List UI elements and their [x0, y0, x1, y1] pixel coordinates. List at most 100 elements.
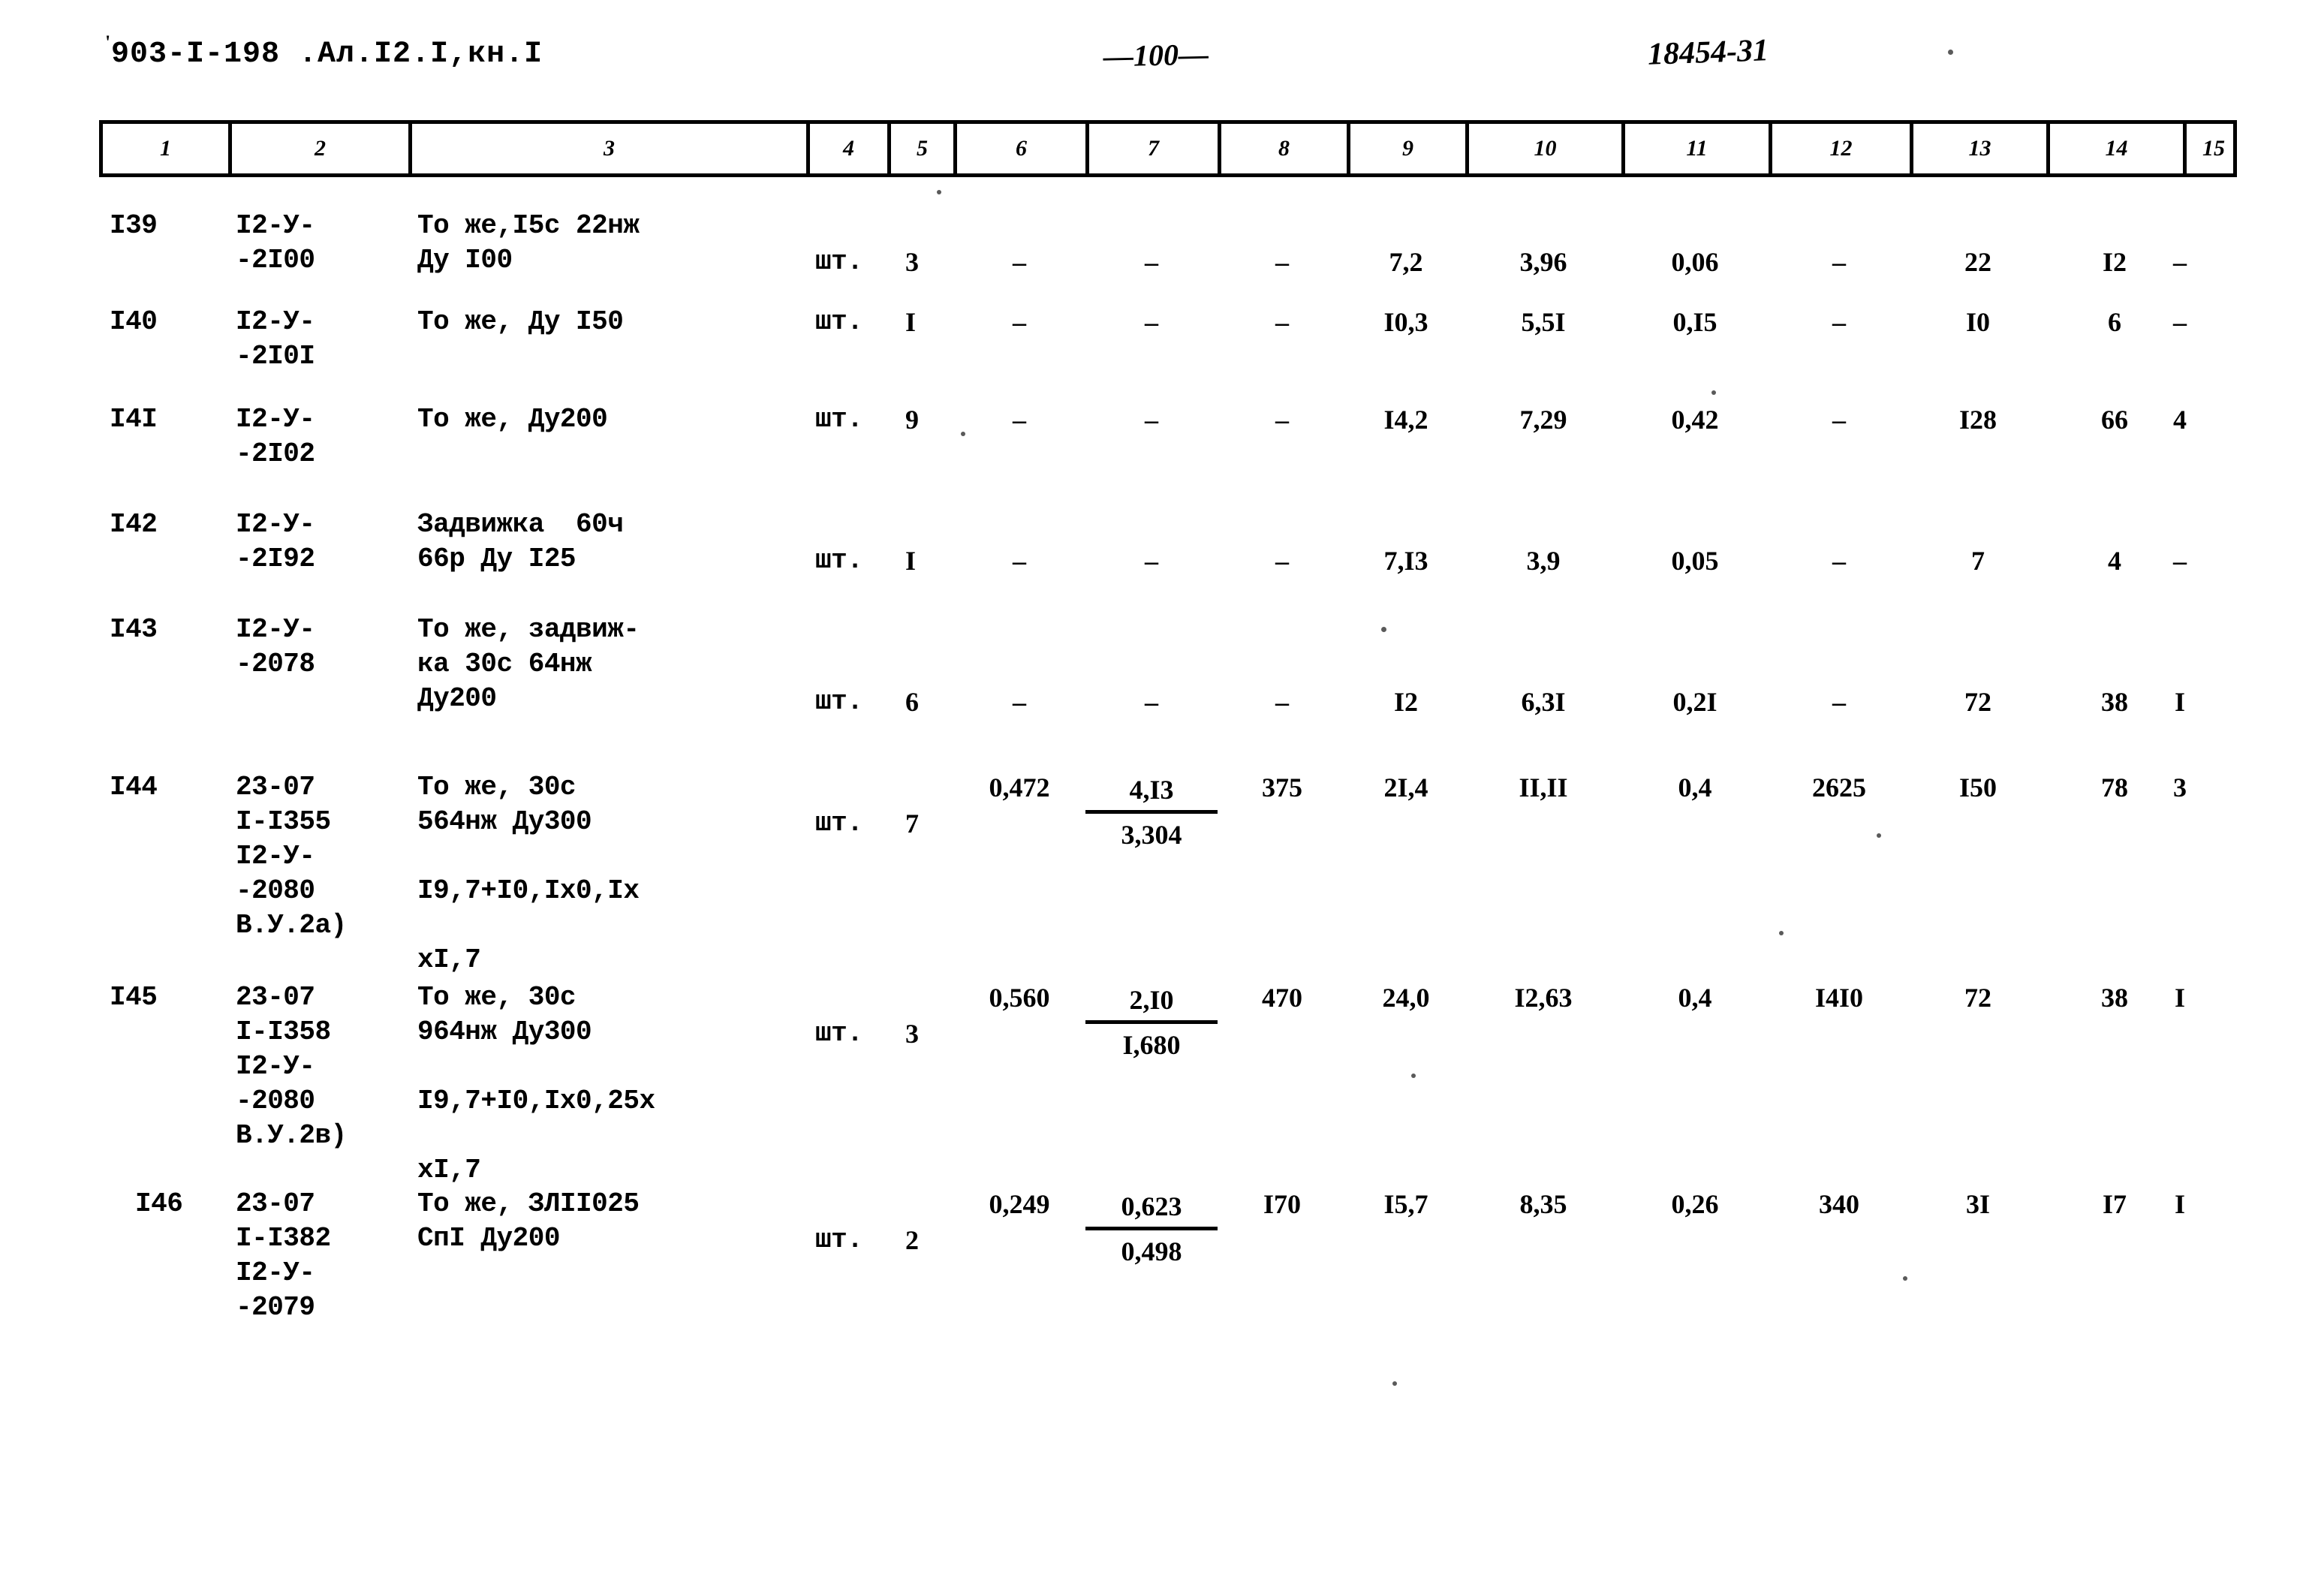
cell-col13: 7: [1971, 546, 1985, 576]
cell-col8: –: [1275, 307, 1289, 337]
cell-col4: шт.: [815, 545, 863, 576]
column-header-4: 4: [810, 124, 891, 173]
cell-col8: 470: [1262, 983, 1302, 1013]
cell-col4: шт.: [815, 808, 863, 839]
cell-col2: I2-У- -2I92: [236, 509, 315, 574]
cell-col7-fraction: 4,I3 3,304: [1085, 770, 1218, 854]
cell-col3: То же, Ду200: [417, 404, 608, 435]
archive-number: 18454-31: [1647, 33, 1769, 72]
column-header-2: 2: [232, 124, 412, 173]
cell-col8: –: [1275, 546, 1289, 576]
cell-col11: 0,26: [1671, 1189, 1719, 1219]
cell-col13: 72: [1964, 687, 1991, 717]
cell-col13: 3I: [1965, 1189, 1990, 1219]
cell-col2: 23-07 I-I382 I2-У- -2079: [236, 1188, 331, 1323]
cell-col13: 22: [1964, 247, 1991, 277]
cell-col2: 23-07 I-I355 I2-У- -2080 В.У.2а): [236, 772, 347, 941]
cell-col8: I70: [1263, 1189, 1301, 1219]
cell-col7: –: [1145, 307, 1158, 337]
cell-col7: –: [1145, 405, 1158, 435]
column-header-8: 8: [1221, 124, 1350, 173]
cell-col9: I5,7: [1383, 1189, 1428, 1219]
cell-col10: 7,29: [1519, 405, 1567, 435]
cell-col5: I: [905, 307, 917, 337]
cell-col6: 0,560: [989, 983, 1050, 1013]
page-header: ' 903-I-198 .Ал.I2.I,кн.I —100— 18454-31: [0, 32, 2306, 90]
cell-col7: –: [1145, 247, 1158, 277]
cell-col4: шт.: [815, 306, 863, 337]
cell-col1: I46: [135, 1188, 183, 1219]
table-body: I39 I2-У- -2I00 То же,I5с 22нж Ду I00 шт. 3–…: [99, 177, 2237, 1521]
scan-speck: [1711, 390, 1716, 395]
cell-col12: –: [1832, 405, 1846, 435]
cell-col1: I44: [110, 772, 158, 803]
cell-col2: I2-У- -2I00: [236, 210, 315, 276]
scan-speck: [1903, 1276, 1907, 1281]
column-header-1: 1: [103, 124, 232, 173]
cell-col1: I43: [110, 614, 158, 645]
specification-table: 1 2 3 4 5 6 7 8 9 10 11 12 13 14 15 I39 I2-У- -2I00 То ж…: [99, 120, 2237, 1521]
cell-col5: 9: [905, 405, 919, 435]
cell-col4: шт.: [815, 1224, 863, 1255]
cell-col12: 2625: [1812, 772, 1866, 803]
column-header-15: 15: [2202, 136, 2225, 161]
cell-col9: I4,2: [1383, 405, 1428, 435]
cell-col9: 2I,4: [1383, 772, 1428, 803]
scan-speck: [1411, 1074, 1416, 1078]
cell-col12: –: [1832, 307, 1846, 337]
cell-col9: 24,0: [1382, 983, 1430, 1013]
cell-col10: I2,63: [1514, 983, 1573, 1013]
cell-col2: 23-07 I-I358 I2-У- -2080 В.У.2в): [236, 982, 347, 1151]
cell-col1: I45: [110, 982, 158, 1013]
cell-col5: 7: [905, 809, 919, 839]
cell-col11: 0,42: [1671, 405, 1719, 435]
cell-col5: 2: [905, 1225, 919, 1255]
cell-col10: 5,5I: [1521, 307, 1566, 337]
fraction-denominator: 0,498: [1121, 1236, 1182, 1266]
cell-col15: 3: [2173, 772, 2187, 803]
page-number: —100—: [1103, 37, 1209, 74]
cell-col7: –: [1145, 546, 1158, 576]
column-header-12: 12: [1772, 124, 1913, 173]
cell-col15: 4: [2173, 405, 2187, 435]
cell-col7: –: [1145, 687, 1158, 717]
cell-col15: –: [2173, 307, 2187, 337]
scan-speck: [961, 432, 965, 436]
scan-speck: [1948, 50, 1953, 55]
scan-speck: [937, 190, 941, 194]
column-header-7: 7: [1089, 124, 1221, 173]
cell-col11: 0,I5: [1672, 307, 1717, 337]
cell-col1: I42: [110, 509, 158, 540]
fraction-numerator: 2,I0: [1085, 980, 1218, 1024]
fraction-denominator: I,680: [1122, 1030, 1181, 1060]
cell-col6: –: [1013, 247, 1026, 277]
column-header-6: 6: [957, 124, 1089, 173]
header-tick-mark: ': [105, 32, 111, 53]
cell-col2: I2-У- -2I02: [236, 404, 315, 469]
cell-col8: 375: [1262, 772, 1302, 803]
cell-col12: –: [1832, 546, 1846, 576]
cell-col6: –: [1013, 307, 1026, 337]
cell-col15: I: [2174, 1189, 2185, 1219]
cell-col8: –: [1275, 405, 1289, 435]
cell-col6: 0,249: [989, 1189, 1050, 1219]
cell-col3: Задвижка 60ч 66р Ду I25: [417, 509, 624, 574]
cell-col5: 3: [905, 1019, 919, 1049]
scan-speck: [1381, 627, 1386, 632]
column-header-14: 14: [2050, 124, 2187, 173]
cell-col12: I4I0: [1814, 983, 1864, 1013]
cell-col3: То же, задвиж- ка 30с 64нж Ду200: [417, 614, 640, 714]
column-header-3: 3: [412, 124, 810, 173]
document-code: 903-I-198 .Ал.I2.I,кн.I: [111, 38, 543, 71]
cell-col8: –: [1275, 247, 1289, 277]
cell-col11: 0,4: [1678, 772, 1712, 803]
scan-speck: [1779, 931, 1784, 935]
cell-col10: 6,3I: [1521, 687, 1566, 717]
column-header-13: 13: [1913, 124, 2050, 173]
cell-col1: I4I: [110, 404, 158, 435]
cell-col11: 0,4: [1678, 983, 1712, 1013]
column-header-5: 5: [891, 124, 957, 173]
cell-col2: I2-У- -2I0I: [236, 306, 315, 372]
cell-col12: –: [1832, 687, 1846, 717]
cell-col4: шт.: [815, 404, 863, 435]
